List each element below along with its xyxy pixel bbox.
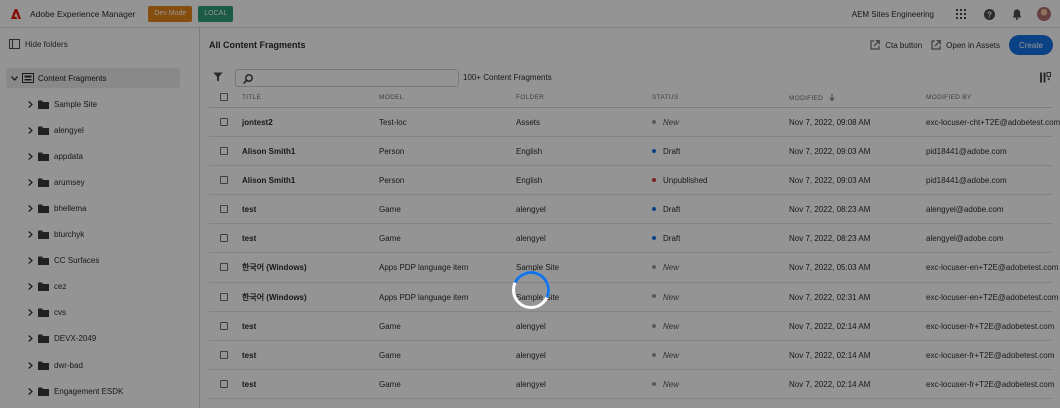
loading-overlay	[0, 0, 1060, 408]
